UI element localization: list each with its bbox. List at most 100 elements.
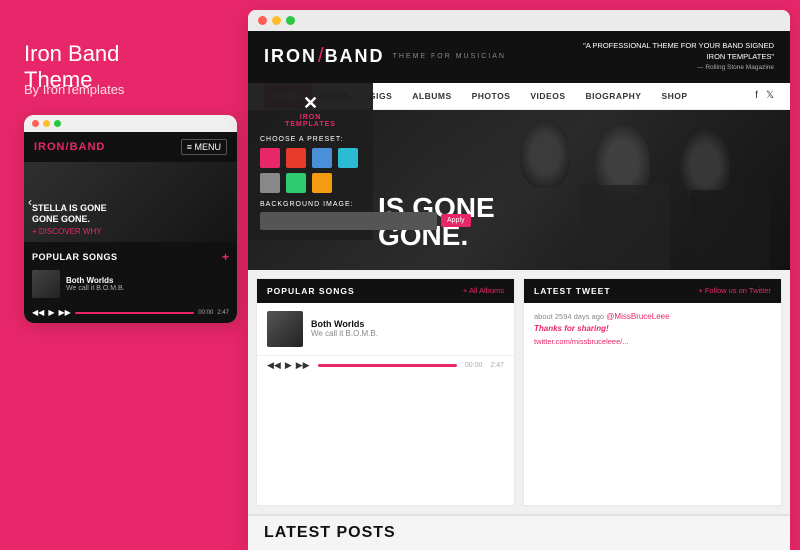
- latest-posts-title: LATEST POSTS: [264, 524, 774, 542]
- preset-color-blue[interactable]: [312, 148, 332, 168]
- popular-songs-section: POPULAR SONGS + All Albums Both Worlds W…: [256, 278, 515, 507]
- tweet-time: about 2594 days ago: [534, 312, 604, 321]
- browser-dot-red: [258, 16, 267, 25]
- song-details: Both Worlds We call it B.O.M.B.: [311, 319, 378, 338]
- preset-logo: ✕ IRONTEMPLATES: [260, 93, 361, 128]
- device-menu-button[interactable]: ≡ MENU: [181, 139, 227, 155]
- preset-color-pink[interactable]: [260, 148, 280, 168]
- device-popular-plus-icon[interactable]: +: [222, 250, 229, 264]
- device-dot-green: [54, 120, 61, 127]
- browser-title-bar: [248, 10, 790, 31]
- device-dot-red: [32, 120, 39, 127]
- nav-item-biography[interactable]: BIOGRAPHY: [576, 83, 652, 109]
- prev-icon[interactable]: ◀◀: [32, 308, 44, 317]
- preset-color-red[interactable]: [286, 148, 306, 168]
- tweet-link[interactable]: twitter.com/missbruceleee/...: [534, 337, 629, 346]
- nav-item-videos[interactable]: VIDEOS: [520, 83, 575, 109]
- song-subtitle: We call it B.O.M.B.: [311, 329, 378, 338]
- latest-posts-bar: LATEST POSTS: [248, 514, 790, 550]
- preset-color-orange[interactable]: [312, 173, 332, 193]
- device-popular-title: POPULAR SONGS: [32, 252, 118, 262]
- time-current: 00:00: [465, 362, 483, 369]
- next-track-icon[interactable]: ▶▶: [296, 360, 310, 371]
- nav-item-photos[interactable]: PHOTOS: [462, 83, 521, 109]
- tweet-text: Thanks for sharing!: [534, 324, 609, 333]
- tweet-body: about 2594 days ago @MissBruceLeee Thank…: [524, 303, 781, 357]
- twitter-icon[interactable]: 𝕏: [766, 90, 774, 101]
- mobile-mockup: IRON/BAND ≡ MENU ‹ STELLA IS GONE GONE G…: [24, 115, 237, 323]
- bottom-content: POPULAR SONGS + All Albums Both Worlds W…: [248, 270, 790, 515]
- latest-tweet-header: LATEST TWEET + Follow us on Twitter: [524, 279, 781, 303]
- preset-panel: ✕ IRONTEMPLATES CHOOSE A PRESET: BACKGRO…: [248, 83, 373, 240]
- device-header: IRON/BAND ≡ MENU: [24, 132, 237, 162]
- figure-3: [520, 120, 570, 188]
- left-panel: Iron Band Theme By IronTemplates IRON/BA…: [0, 0, 248, 550]
- popular-songs-header: POPULAR SONGS + All Albums: [257, 279, 514, 303]
- browser-dot-green: [286, 16, 295, 25]
- song-progress-bar: [318, 364, 457, 367]
- player-controls[interactable]: ◀◀ ▶ ▶▶ 00:00 2:47: [257, 356, 514, 377]
- device-dot-yellow: [43, 120, 50, 127]
- time-total: 2:47: [490, 362, 504, 369]
- device-left-arrow-icon[interactable]: ‹: [28, 195, 32, 209]
- preset-colors-row1: [260, 148, 361, 168]
- figure-body-1: [690, 190, 770, 270]
- preset-color-green[interactable]: [286, 173, 306, 193]
- device-time-current: 00:00: [198, 310, 213, 316]
- author-credit: By IronTemplates: [24, 82, 224, 97]
- browser-mockup: IRON / BAND THEME FOR MUSICIAN "A PROFES…: [248, 10, 790, 550]
- browser-content: IRON / BAND THEME FOR MUSICIAN "A PROFES…: [248, 31, 790, 550]
- title-iron-band: Iron Band: [24, 42, 224, 66]
- device-song-thumbnail: [32, 270, 60, 298]
- tweet-user[interactable]: @MissBruceLeee: [606, 312, 669, 321]
- nav-item-shop[interactable]: SHOP: [651, 83, 697, 109]
- apply-button[interactable]: Apply: [441, 214, 471, 227]
- figure-body-2: [580, 185, 670, 270]
- play-pause-icon[interactable]: ▶: [285, 360, 292, 371]
- site-tagline: THEME FOR MUSICIAN: [393, 53, 506, 60]
- song-thumbnail: [267, 311, 303, 347]
- preset-colors-row2: [260, 173, 361, 193]
- device-title-bar: [24, 115, 237, 132]
- device-discover-link[interactable]: + DISCOVER WHY: [32, 227, 107, 237]
- device-player-controls[interactable]: ◀◀ ▶ ▶▶ 00:00 2:47: [32, 304, 229, 319]
- preset-brand-label: IRONTEMPLATES: [260, 114, 361, 128]
- bg-image-label: BACKGROUND IMAGE:: [260, 201, 361, 208]
- social-icons: f 𝕏: [755, 90, 774, 101]
- all-albums-link[interactable]: + All Albums: [463, 286, 504, 295]
- site-nav: HOME NEWS GIGS ALBUMS PHOTOS VIDEOS BIOG…: [248, 83, 790, 110]
- prev-track-icon[interactable]: ◀◀: [267, 360, 281, 371]
- bg-image-input[interactable]: [260, 212, 437, 230]
- device-song-info: Both Worlds We call it B.O.M.B.: [66, 276, 125, 292]
- song-main-title: Both Worlds: [311, 319, 378, 329]
- popular-songs-title: POPULAR SONGS: [267, 286, 355, 296]
- preset-choose-label: CHOOSE A PRESET:: [260, 136, 361, 143]
- device-hero-text: STELLA IS GONE GONE GONE. + DISCOVER WHY: [24, 197, 115, 242]
- next-icon[interactable]: ▶▶: [58, 308, 70, 317]
- site-logo-iron: IRON: [264, 46, 317, 67]
- play-icon[interactable]: ▶: [48, 308, 54, 317]
- browser-dot-yellow: [272, 16, 281, 25]
- device-hero: ‹ STELLA IS GONE GONE GONE. + DISCOVER W…: [24, 162, 237, 242]
- site-quote: "A PROFESSIONAL THEME FOR YOUR BAND SIGN…: [574, 41, 774, 73]
- device-song-row: Both Worlds We call it B.O.M.B.: [32, 270, 229, 298]
- quote-source: — Rolling Stone Magazine: [697, 64, 774, 71]
- device-song-subtitle: We call it B.O.M.B.: [66, 285, 125, 292]
- site-logo-band: BAND: [325, 46, 385, 67]
- site-header: IRON / BAND THEME FOR MUSICIAN "A PROFES…: [248, 31, 790, 83]
- latest-tweet-section: LATEST TWEET + Follow us on Twitter abou…: [523, 278, 782, 507]
- device-progress-bar: [75, 312, 195, 314]
- song-list-item: Both Worlds We call it B.O.M.B.: [257, 303, 514, 356]
- device-popular-header: POPULAR SONGS +: [32, 250, 229, 264]
- device-song-title: Both Worlds: [66, 276, 125, 285]
- site-logo: IRON / BAND THEME FOR MUSICIAN: [264, 45, 506, 68]
- facebook-icon[interactable]: f: [755, 90, 758, 101]
- follow-twitter-link[interactable]: + Follow us on Twitter: [698, 286, 771, 295]
- latest-tweet-title: LATEST TWEET: [534, 286, 611, 296]
- nav-item-albums[interactable]: ALBUMS: [402, 83, 461, 109]
- site-logo-slash: /: [318, 45, 324, 68]
- preset-color-cyan[interactable]: [338, 148, 358, 168]
- iron-templates-icon: ✕: [260, 93, 361, 114]
- device-time-total: 2:47: [217, 310, 229, 316]
- preset-color-gray[interactable]: [260, 173, 280, 193]
